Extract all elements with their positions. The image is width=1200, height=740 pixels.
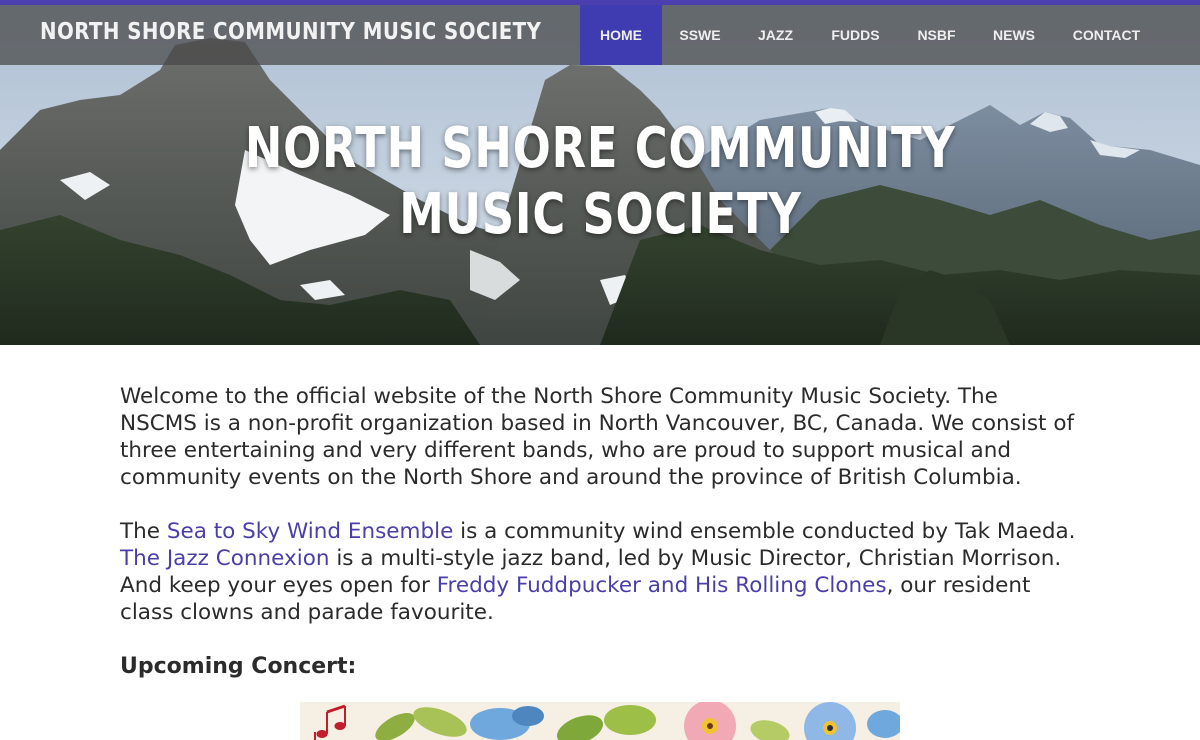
jazz-connexion-link[interactable]: The Jazz Connexion xyxy=(120,546,330,571)
intro-paragraph: Welcome to the official website of the N… xyxy=(120,384,1075,490)
nav-contact[interactable]: CONTACT xyxy=(1053,5,1160,65)
nav-nsbf[interactable]: NSBF xyxy=(898,5,975,65)
nav-sswe[interactable]: SSWE xyxy=(662,5,738,65)
hero-heading-line2: MUSIC SOCIETY xyxy=(398,182,802,247)
upcoming-concert-heading: Upcoming Concert: xyxy=(120,654,357,679)
nav-jazz[interactable]: JAZZ xyxy=(738,5,813,65)
main-content: Welcome to the official website of the N… xyxy=(120,383,1080,680)
bands-paragraph: The Sea to Sky Wind Ensemble is a commun… xyxy=(120,518,1080,626)
sswe-link[interactable]: Sea to Sky Wind Ensemble xyxy=(167,519,454,544)
site-title[interactable]: NORTH SHORE COMMUNITY MUSIC SOCIETY xyxy=(40,19,541,45)
top-accent-stripe xyxy=(0,0,1200,5)
bands-text-1: The xyxy=(120,519,167,544)
concert-poster-image[interactable] xyxy=(300,702,900,740)
nav-home[interactable]: HOME xyxy=(580,5,662,65)
hero-heading-line1: NORTH SHORE COMMUNITY xyxy=(244,116,956,181)
fudds-link[interactable]: Freddy Fuddpucker and His Rolling Clones xyxy=(437,573,887,598)
floral-poster-art xyxy=(300,702,900,740)
navigation-bar: NORTH SHORE COMMUNITY MUSIC SOCIETY HOME… xyxy=(0,5,1200,65)
nav-news[interactable]: NEWS xyxy=(975,5,1053,65)
hero-heading: NORTH SHORE COMMUNITY MUSIC SOCIETY xyxy=(0,116,1200,248)
main-nav: HOME SSWE JAZZ FUDDS NSBF NEWS CONTACT xyxy=(580,5,1160,65)
bands-text-2: is a community wind ensemble conducted b… xyxy=(453,519,1076,544)
nav-fudds[interactable]: FUDDS xyxy=(813,5,898,65)
